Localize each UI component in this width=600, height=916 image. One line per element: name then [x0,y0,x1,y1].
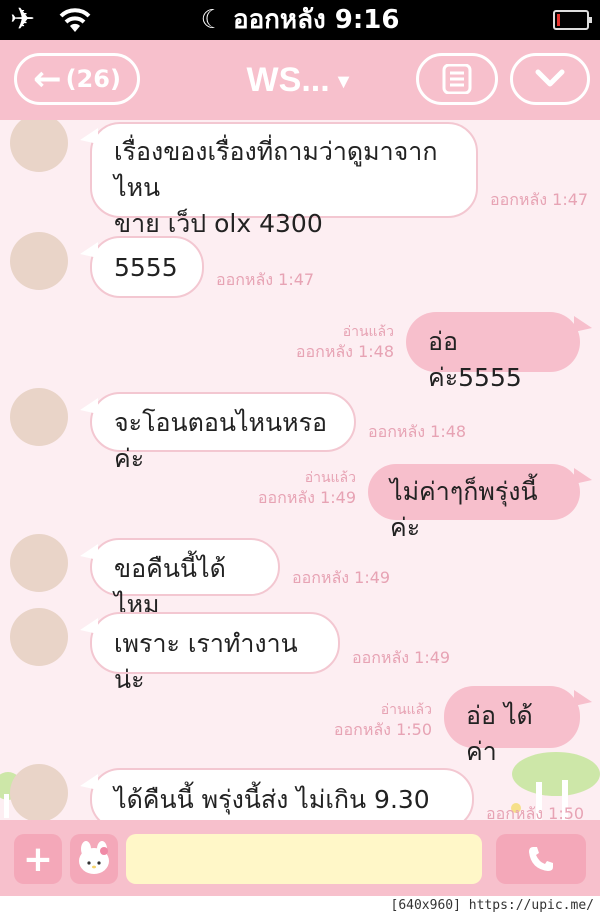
plus-icon: + [22,838,54,880]
message-list[interactable]: เรื่องของเรื่องที่ถามว่าดูมาจากไหน ขาย เ… [0,120,600,820]
avatar[interactable] [10,608,68,666]
message-meta: อ่านแล้ว ออกหลัง 1:50 [328,700,432,740]
sticker-button[interactable] [70,834,118,884]
menu-button[interactable] [416,53,498,105]
chat-title[interactable]: WS... ▼ [200,56,400,106]
status-bar: ✈ ☾ ออกหลัง 9:16 [0,0,600,40]
battery-icon [553,10,592,30]
message-bubble-outgoing[interactable]: อ่อ ค่ะ5555 [406,312,592,392]
caret-down-icon: ▼ [333,71,354,94]
message-bubble-outgoing[interactable]: ไม่ค่าๆก็พรุ่งนี้ค่ะ [368,464,592,542]
message-bubble-incoming[interactable]: จะโอนตอนไหนหรอค่ะ [80,392,356,473]
message-time: ออกหลัง 1:49 [352,648,451,667]
read-receipt: อ่านแล้ว [304,470,356,486]
add-button[interactable]: + [14,834,62,884]
status-time: ☾ ออกหลัง 9:16 [200,5,400,35]
chat-header: ← (26) WS... ▼ [0,40,600,120]
message-bubble-incoming[interactable]: ได้คืนนี้ พรุ่งนี้ส่ง ไม่เกิน 9.30 [80,768,474,820]
avatar[interactable] [10,232,68,290]
message-bubble-incoming[interactable]: เรื่องของเรื่องที่ถามว่าดูมาจากไหน ขาย เ… [80,122,478,238]
my-melody-sticker-icon [79,841,109,874]
unread-count: (26) [65,65,121,93]
message-time: ออกหลัง 1:47 [490,190,589,209]
read-receipt: อ่านแล้ว [380,702,432,718]
message-bubble-incoming[interactable]: เพราะ เราทำงานน่ะ [80,612,340,694]
menu-icon [442,64,472,94]
message-time: ออกหลัง 1:49 [292,568,391,587]
message-bubble-outgoing[interactable]: อ่อ ได้ค่า [444,686,592,766]
message-bubble-incoming[interactable]: ขอคืนนี้ได้ไหม [80,538,280,619]
back-button[interactable]: ← (26) [14,53,140,105]
message-time: ออกหลัง 1:50 [486,804,585,820]
message-input[interactable] [126,834,482,884]
moon-icon: ☾ [200,5,233,35]
call-button[interactable] [496,834,586,884]
avatar[interactable] [10,120,68,172]
message-time: ออกหลัง 1:49 [257,488,356,507]
chevron-down-icon [535,69,565,87]
phone-icon [529,847,553,871]
message-time: ออกหลัง 1:47 [216,270,315,289]
battery-level [557,14,560,26]
message-time: ออกหลัง 1:48 [295,342,394,361]
input-bar: + [0,820,600,896]
message-meta: อ่านแล้ว ออกหลัง 1:49 [252,468,356,508]
message-meta: อ่านแล้ว ออกหลัง 1:48 [290,322,394,362]
arrow-left-icon: ← [33,59,62,99]
read-receipt: อ่านแล้ว [342,324,394,340]
watermark: [640x960] https://upic.me/ [0,896,600,916]
message-bubble-incoming[interactable]: 5555 [80,236,204,298]
avatar[interactable] [10,764,68,820]
message-time: ออกหลัง 1:50 [333,720,432,739]
avatar[interactable] [10,388,68,446]
avatar[interactable] [10,534,68,592]
expand-button[interactable] [510,53,590,105]
message-time: ออกหลัง 1:48 [368,422,467,441]
